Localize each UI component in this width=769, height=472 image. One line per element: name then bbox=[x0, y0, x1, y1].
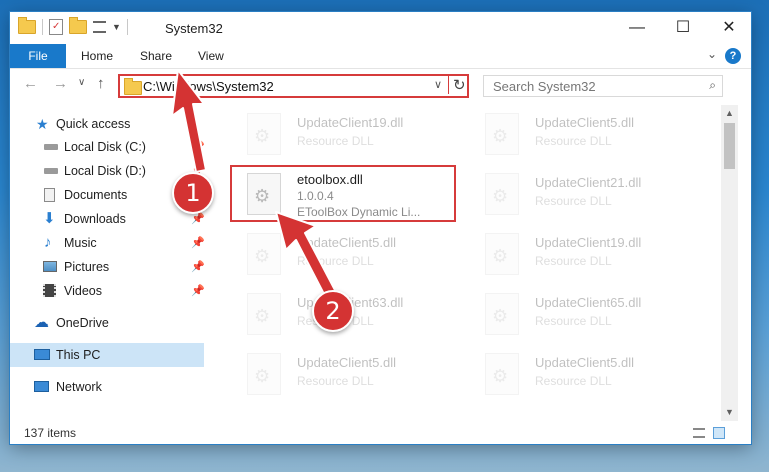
callout-badge-2: 2 bbox=[312, 290, 354, 332]
annotation-arrows bbox=[171, 69, 337, 299]
callout-badge-1: 1 bbox=[172, 172, 214, 214]
arrow-1-shape bbox=[171, 69, 207, 173]
arrow-2-shape bbox=[275, 211, 337, 299]
